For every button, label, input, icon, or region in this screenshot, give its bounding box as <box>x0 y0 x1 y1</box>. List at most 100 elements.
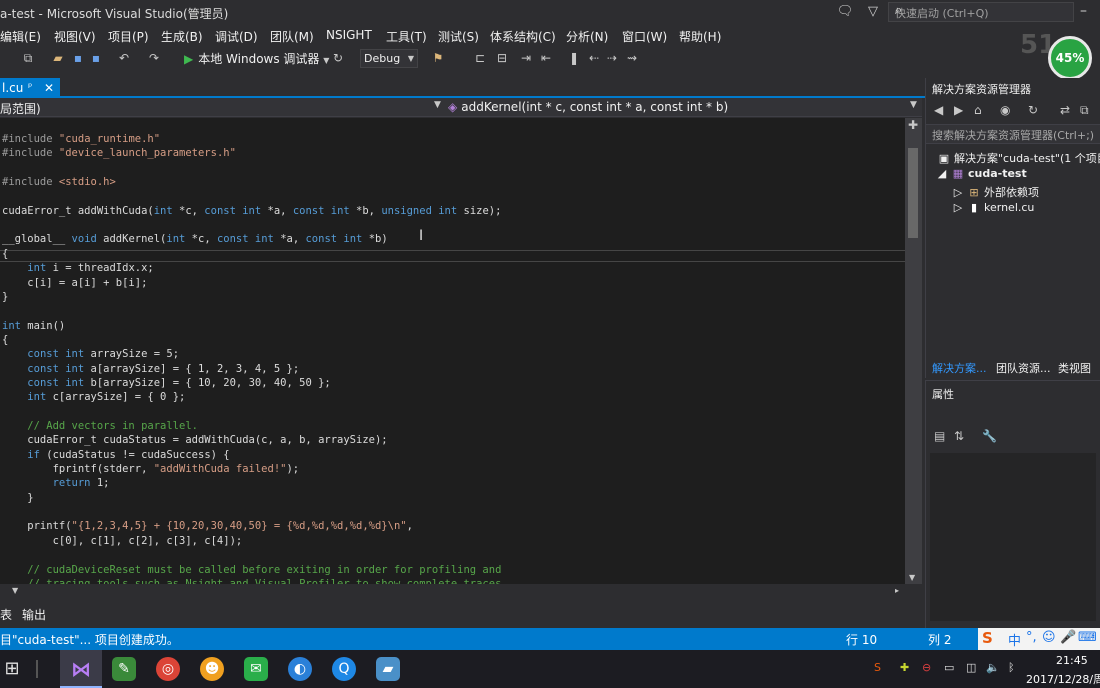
search-icon[interactable]: ⌕ <box>895 3 1067 18</box>
menu-team[interactable]: 团队(M) <box>270 28 314 45</box>
network-icon[interactable]: ◫ <box>966 661 976 674</box>
code-line: const int b[arraySize] = { 10, 20, 30, 4… <box>27 376 331 389</box>
refresh-icon[interactable]: ↻ <box>330 50 346 66</box>
menu-project[interactable]: 项目(P) <box>108 28 149 45</box>
menu-view[interactable]: 视图(V) <box>54 28 96 45</box>
collapse-all-icon[interactable]: ⧉ <box>1080 103 1089 118</box>
menu-analyze[interactable]: 分析(N) <box>566 28 608 45</box>
new-project-icon[interactable]: ⧉ <box>20 50 36 66</box>
split-icon[interactable]: ✚ <box>908 118 918 132</box>
menu-debug[interactable]: 调试(D) <box>215 28 258 45</box>
editor-horizontal-scrollbar[interactable]: ▼ ▸ <box>0 584 922 600</box>
history-icon[interactable]: ↻ <box>1028 103 1038 117</box>
start-icon[interactable]: ⊞ <box>0 657 24 681</box>
menu-tools[interactable]: 工具(T) <box>386 28 427 45</box>
chevron-down-icon[interactable]: ▼ <box>434 100 441 110</box>
layout-icon[interactable]: ⊟ <box>494 50 510 66</box>
keyboard-icon[interactable]: ⌨ <box>1078 630 1097 645</box>
battery-icon[interactable]: ▭ <box>944 661 954 674</box>
menu-help[interactable]: 帮助(H) <box>679 28 721 45</box>
tree-project[interactable]: ◢ ▦ cuda-test <box>936 167 1027 180</box>
minimize-icon[interactable]: – <box>1080 3 1087 19</box>
notepad-icon[interactable]: ✎ <box>112 657 136 681</box>
tab-error-list[interactable]: 表 <box>0 606 12 623</box>
filter-icon[interactable]: ▽ <box>864 3 882 21</box>
scroll-down-icon[interactable]: ▼ <box>909 573 915 582</box>
solution-configuration-select[interactable]: Debug ▼ <box>360 49 418 68</box>
clock-time[interactable]: 21:45 <box>1056 654 1088 667</box>
menu-test[interactable]: 测试(S) <box>438 28 479 45</box>
wechat-icon[interactable]: ✉ <box>244 657 268 681</box>
outdent-icon[interactable]: ⇤ <box>538 50 554 66</box>
tree-external-deps[interactable]: ▷ ⊞ 外部依赖项 <box>952 184 1039 200</box>
tab-class-view[interactable]: 类视图 <box>1058 360 1091 376</box>
scroll-right-icon[interactable]: ▸ <box>895 586 899 595</box>
solution-search-input[interactable]: 搜索解决方案资源管理器(Ctrl+;) <box>926 124 1100 144</box>
chevron-down-icon[interactable]: ▼ <box>12 586 18 595</box>
open-folder-icon[interactable]: ▰ <box>50 50 66 66</box>
menu-architecture[interactable]: 体系结构(C) <box>490 28 556 45</box>
ime-chinese-mode[interactable]: 中 <box>1008 630 1021 649</box>
code-line: if (cudaStatus != cudaSuccess) { <box>27 448 230 461</box>
alphabetical-icon[interactable]: ⇅ <box>954 429 964 443</box>
property-pages-icon[interactable]: 🔧 <box>982 429 997 443</box>
prev-bookmark-icon[interactable]: ⇠ <box>586 50 602 66</box>
sogou-tray-icon[interactable]: S <box>874 661 881 674</box>
microphone-icon[interactable]: 🎤 <box>1060 630 1076 645</box>
swap-icon[interactable]: ⇄ <box>1060 103 1070 117</box>
scope-dropdown[interactable]: 局范围) <box>0 100 41 117</box>
pin-icon[interactable]: ᵖ <box>28 78 32 98</box>
search-app-icon[interactable]: Q <box>332 657 356 681</box>
editor-vertical-scrollbar[interactable]: ✚ ▼ <box>905 118 922 584</box>
tab-solution-explorer[interactable]: 解决方案... <box>932 360 987 376</box>
categorized-icon[interactable]: ▤ <box>934 429 945 443</box>
tree-solution[interactable]: ▣ 解决方案"cuda-test"(1 个项目 <box>938 150 1100 166</box>
code-line: int i = threadIdx.x; <box>27 262 154 275</box>
browser-icon[interactable]: ◐ <box>288 657 312 681</box>
member-dropdown[interactable]: ◈ addKernel(int * c, const int * a, const… <box>448 100 728 114</box>
tray-app-icon[interactable]: ✚ <box>900 661 909 674</box>
indent-icon[interactable]: ⇥ <box>518 50 534 66</box>
clock-date[interactable]: 2017/12/28/周 <box>1026 671 1100 687</box>
next-bookmark-icon[interactable]: ⇢ <box>604 50 620 66</box>
menu-edit[interactable]: 编辑(E) <box>0 28 41 45</box>
app-face-icon[interactable]: ☻ <box>200 657 224 681</box>
undo-icon[interactable]: ↶ <box>116 50 132 66</box>
home-icon[interactable]: ⌂ <box>974 103 982 117</box>
emoji-icon[interactable]: ☺ <box>1042 630 1056 645</box>
close-tab-icon[interactable]: ✕ <box>44 78 54 98</box>
redo-icon[interactable]: ↷ <box>146 50 162 66</box>
volume-icon[interactable]: 🔈 <box>986 661 1000 674</box>
sogou-logo-icon[interactable]: S <box>982 629 993 647</box>
file-app-icon[interactable]: ▰ <box>376 657 400 681</box>
find-in-files-icon[interactable]: ⚑ <box>430 50 446 66</box>
menu-nsight[interactable]: NSIGHT <box>326 28 372 42</box>
code-editor[interactable]: #include "cuda_runtime.h" #include "devic… <box>0 118 905 584</box>
notification-icon[interactable]: 🗨 <box>836 3 854 21</box>
menu-build[interactable]: 生成(B) <box>161 28 203 45</box>
chrome-icon[interactable]: ◎ <box>156 657 180 681</box>
tab-team-explorer[interactable]: 团队资源... <box>996 360 1051 376</box>
tree-kernel-cu[interactable]: ▷ ▮ kernel.cu <box>952 201 1035 214</box>
code-line: #include <stdio.h> <box>2 176 116 189</box>
tab-kernel-cu[interactable]: l.cu ᵖ ✕ <box>0 78 60 98</box>
clear-bookmarks-icon[interactable]: ⇝ <box>624 50 640 66</box>
step-icon[interactable]: ⊏ <box>472 50 488 66</box>
tray-app2-icon[interactable]: ⊖ <box>922 661 931 674</box>
forward-icon[interactable]: ▶ <box>954 103 963 117</box>
quick-launch-input[interactable]: 快速启动 (Ctrl+Q) ⌕ <box>888 2 1074 22</box>
start-debugging-button[interactable]: ▶ 本地 Windows 调试器 ▼ <box>184 49 329 69</box>
taskbar-visual-studio[interactable]: ⋈ <box>60 650 102 688</box>
menu-window[interactable]: 窗口(W) <box>622 28 667 45</box>
chevron-down-icon[interactable]: ▼ <box>910 100 917 110</box>
save-icon[interactable]: ▪ <box>70 50 86 66</box>
collapsed-icon: ▷ <box>953 201 963 214</box>
ime-punctuation[interactable]: °, <box>1026 630 1037 645</box>
bookmark-icon[interactable]: ❚ <box>566 50 582 66</box>
save-all-icon[interactable]: ▪ <box>88 50 104 66</box>
bluetooth-icon[interactable]: ᛒ <box>1008 661 1015 674</box>
sync-icon[interactable]: ◉ <box>1000 103 1010 117</box>
scrollbar-thumb[interactable] <box>908 148 918 238</box>
back-icon[interactable]: ◀ <box>934 103 943 117</box>
tab-output[interactable]: 输出 <box>22 606 46 623</box>
